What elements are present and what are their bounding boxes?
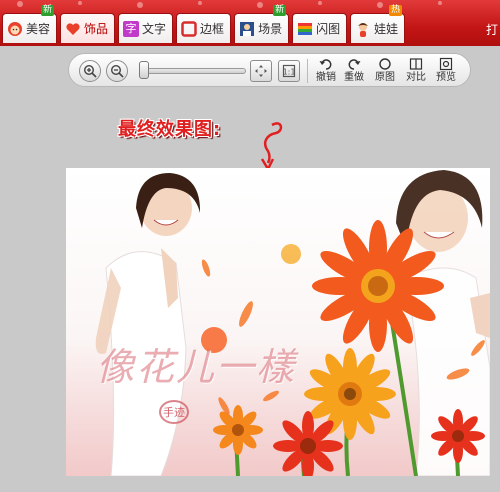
tab-flash[interactable]: 闪图 bbox=[292, 13, 348, 43]
hot-badge: 热 bbox=[389, 5, 403, 16]
top-bar: 美容 新 饰品 字 文字 边框 场景 新 闪图 娃娃 热 打 bbox=[0, 0, 500, 46]
toolbar-divider bbox=[307, 59, 308, 83]
category-tabs: 美容 新 饰品 字 文字 边框 场景 新 闪图 娃娃 热 bbox=[2, 5, 408, 43]
svg-text:1:1: 1:1 bbox=[283, 68, 296, 77]
tab-frame[interactable]: 边框 bbox=[176, 13, 232, 43]
heart-icon bbox=[65, 21, 81, 37]
new-badge: 新 bbox=[273, 5, 287, 16]
print-label[interactable]: 打 bbox=[486, 21, 498, 38]
curly-arrow-icon bbox=[260, 122, 283, 172]
top-decoration bbox=[17, 1, 442, 8]
zoom-out-button[interactable] bbox=[106, 60, 128, 82]
seal-stamp: 手迹 bbox=[159, 400, 189, 424]
preview-label: 预览 bbox=[436, 72, 456, 83]
tab-text[interactable]: 字 文字 bbox=[118, 13, 174, 43]
original-icon bbox=[379, 58, 391, 70]
tab-label: 场景 bbox=[258, 22, 283, 36]
image-toolbar: 1:1 撤销 重做 原图 对比 预览 bbox=[68, 53, 471, 87]
left-girl-figure bbox=[95, 173, 201, 476]
orange-flower-small bbox=[213, 405, 263, 455]
actual-size-button[interactable]: 1:1 bbox=[278, 60, 300, 82]
tab-label: 美容 bbox=[26, 22, 51, 36]
new-badge: 新 bbox=[41, 5, 55, 16]
redo-button[interactable]: 重做 bbox=[341, 56, 367, 86]
flash-icon bbox=[297, 21, 313, 37]
preview-button[interactable]: 预览 bbox=[433, 56, 459, 86]
compare-icon bbox=[409, 58, 423, 70]
tab-label: 饰品 bbox=[84, 22, 109, 36]
zoom-out-icon bbox=[110, 64, 124, 78]
undo-icon bbox=[319, 59, 332, 70]
tab-label: 娃娃 bbox=[374, 22, 399, 36]
zoom-slider-thumb[interactable] bbox=[139, 61, 149, 79]
frame-icon bbox=[181, 20, 197, 37]
compare-button[interactable]: 对比 bbox=[403, 56, 429, 86]
tab-label: 文字 bbox=[142, 22, 167, 36]
tab-scene[interactable]: 场景 新 bbox=[234, 5, 290, 43]
redo-icon bbox=[348, 59, 361, 70]
small-red-flower bbox=[431, 409, 485, 463]
zoom-slider-track[interactable] bbox=[142, 68, 246, 74]
result-artwork bbox=[95, 170, 490, 476]
result-image: 像花儿一樣 手迹 bbox=[66, 168, 490, 476]
original-button[interactable]: 原图 bbox=[372, 56, 398, 86]
undo-button[interactable]: 撤销 bbox=[313, 56, 339, 86]
yellow-gerbera-flower bbox=[304, 348, 396, 440]
tab-beauty[interactable]: 美容 新 bbox=[2, 5, 58, 43]
doll-icon bbox=[355, 21, 371, 37]
tab-label: 边框 bbox=[200, 22, 225, 36]
text-char-icon: 字 bbox=[123, 20, 140, 37]
undo-label: 撤销 bbox=[316, 72, 336, 83]
preview-icon bbox=[439, 57, 453, 71]
calligraphy-text: 像花儿一樣 bbox=[96, 345, 297, 389]
scene-icon bbox=[239, 21, 255, 37]
tab-accessories[interactable]: 饰品 bbox=[60, 13, 116, 43]
face-icon bbox=[7, 21, 23, 37]
compare-label: 对比 bbox=[406, 72, 426, 83]
final-result-caption: 最终效果图: bbox=[118, 119, 222, 140]
redo-label: 重做 bbox=[344, 72, 364, 83]
zoom-in-icon bbox=[83, 64, 97, 78]
tab-label: 闪图 bbox=[316, 22, 341, 36]
actual-size-icon: 1:1 bbox=[283, 64, 296, 78]
fit-window-icon bbox=[255, 65, 267, 77]
original-label: 原图 bbox=[375, 72, 395, 83]
fit-window-button[interactable] bbox=[250, 60, 272, 82]
tab-doll[interactable]: 娃娃 热 bbox=[350, 5, 406, 43]
zoom-in-button[interactable] bbox=[79, 60, 101, 82]
